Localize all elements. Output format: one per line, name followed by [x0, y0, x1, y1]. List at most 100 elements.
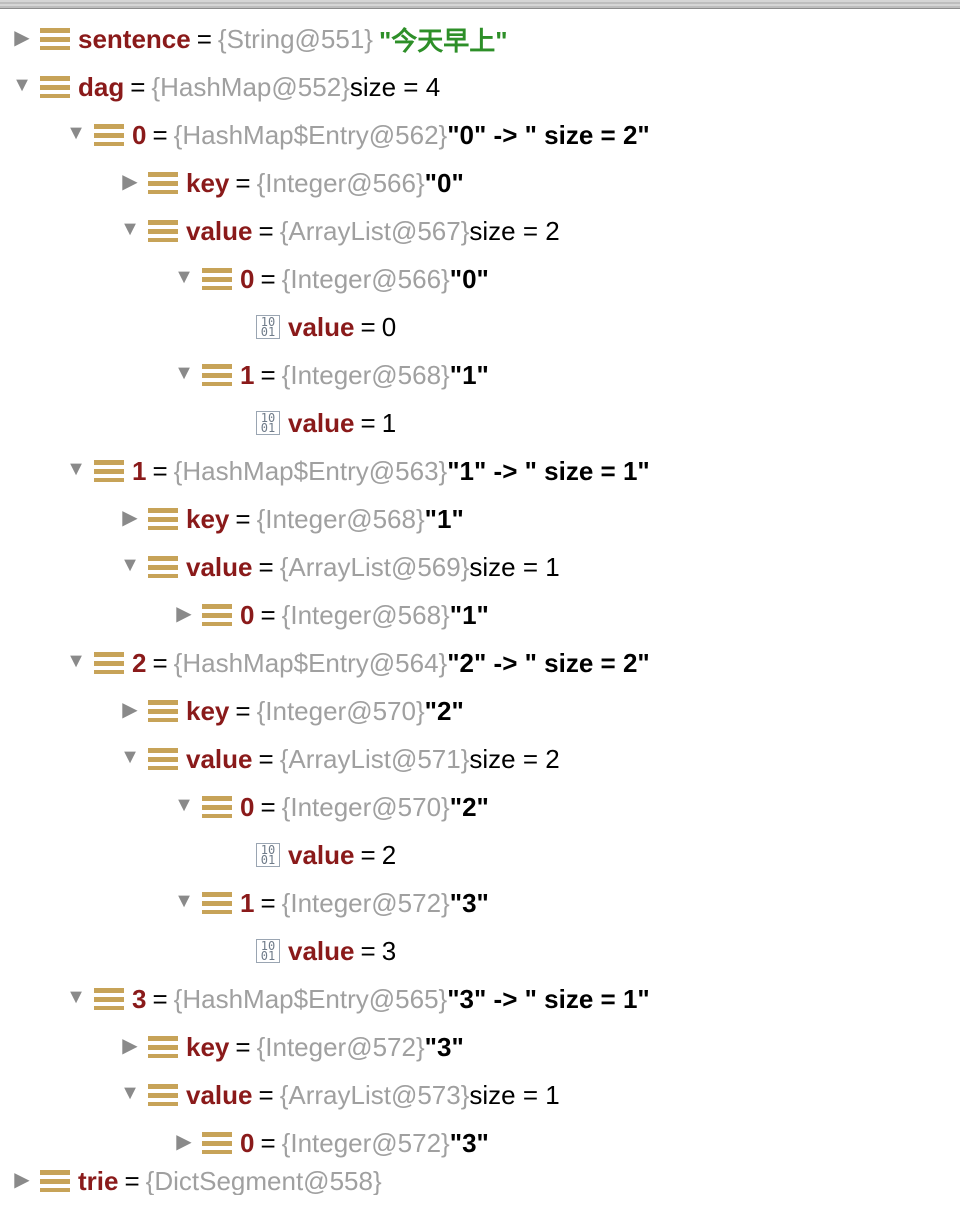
expand-arrow-icon[interactable] [64, 458, 88, 481]
node-type: {HashMap$Entry@563} [174, 456, 448, 487]
equals-sign: = [260, 360, 275, 391]
node-value: "3" [450, 1128, 489, 1159]
node-value: "3" -> " size = 1" [447, 984, 650, 1015]
node-value: "3" [425, 1032, 464, 1063]
tree-row[interactable]: 1 = {HashMap$Entry@563} "1" -> " size = … [0, 447, 960, 495]
equals-sign: = [130, 72, 145, 103]
expand-arrow-icon[interactable] [172, 266, 196, 289]
tree-row[interactable]: 0 = {Integer@568} "1" [0, 591, 960, 639]
tree-row[interactable]: value = 1 [0, 399, 960, 447]
expand-arrow-icon[interactable] [10, 25, 34, 50]
node-type: {ArrayList@567} [280, 216, 470, 247]
tree-row[interactable]: value = {ArrayList@567} size = 2 [0, 207, 960, 255]
node-value: 0 [382, 312, 396, 343]
equals-sign: = [152, 648, 167, 679]
node-value: size = 4 [350, 72, 440, 103]
node-value: "0" -> " size = 2" [447, 120, 650, 151]
expand-arrow-icon[interactable] [118, 697, 142, 722]
tree-row[interactable]: key = {Integer@570} "2" [0, 687, 960, 735]
expand-arrow-icon[interactable] [172, 1129, 196, 1154]
expand-arrow-icon[interactable] [172, 890, 196, 913]
node-index: 0 [240, 1128, 254, 1159]
node-type: {Integer@570} [257, 696, 425, 727]
tree-row[interactable]: 1 = {Integer@572} "3" [0, 879, 960, 927]
field-icon [40, 1170, 70, 1192]
expand-arrow-icon[interactable] [118, 554, 142, 577]
field-icon [148, 508, 178, 530]
node-value: "1" [450, 360, 489, 391]
tree-row[interactable]: value = {ArrayList@571} size = 2 [0, 735, 960, 783]
expand-arrow-icon[interactable] [118, 505, 142, 530]
node-type: {DictSegment@558} [146, 1167, 382, 1195]
expand-arrow-icon[interactable] [64, 650, 88, 673]
node-value: "1" [425, 504, 464, 535]
equals-sign: = [361, 936, 376, 967]
equals-sign: = [235, 696, 250, 727]
tree-row[interactable]: 2 = {HashMap$Entry@564} "2" -> " size = … [0, 639, 960, 687]
equals-sign: = [260, 1128, 275, 1159]
node-index: 1 [240, 360, 254, 391]
tree-row[interactable]: 0 = {HashMap$Entry@562} "0" -> " size = … [0, 111, 960, 159]
node-type: {ArrayList@569} [280, 552, 470, 583]
node-value: 1 [382, 408, 396, 439]
expand-arrow-icon[interactable] [118, 169, 142, 194]
tree-row[interactable]: sentence = {String@551} "今天早上" [0, 15, 960, 63]
field-icon [202, 364, 232, 386]
binary-value-icon [256, 843, 280, 867]
expand-arrow-icon[interactable] [118, 1082, 142, 1105]
field-icon [148, 700, 178, 722]
equals-sign: = [260, 888, 275, 919]
node-type: {Integer@566} [282, 264, 450, 295]
node-index: 1 [240, 888, 254, 919]
expand-arrow-icon[interactable] [118, 1033, 142, 1058]
tree-row[interactable]: value = {ArrayList@569} size = 1 [0, 543, 960, 591]
expand-arrow-icon[interactable] [10, 74, 34, 97]
expand-arrow-icon[interactable] [172, 601, 196, 626]
tree-row[interactable]: value = 3 [0, 927, 960, 975]
expand-arrow-icon[interactable] [64, 122, 88, 145]
node-value: "1" [450, 600, 489, 631]
equals-sign: = [259, 1080, 274, 1111]
node-type: {Integer@570} [282, 792, 450, 823]
tree-row[interactable]: key = {Integer@568} "1" [0, 495, 960, 543]
node-value: size = 2 [469, 744, 559, 775]
tree-row[interactable]: 0 = {Integer@572} "3" [0, 1119, 960, 1167]
tree-row[interactable]: dag = {HashMap@552} size = 4 [0, 63, 960, 111]
equals-sign: = [259, 552, 274, 583]
node-type: {HashMap@552} [151, 72, 349, 103]
node-index: 3 [132, 984, 146, 1015]
expand-arrow-icon[interactable] [118, 746, 142, 769]
tree-row[interactable]: 3 = {HashMap$Entry@565} "3" -> " size = … [0, 975, 960, 1023]
equals-sign: = [197, 24, 212, 55]
tree-row[interactable]: value = 2 [0, 831, 960, 879]
equals-sign: = [361, 408, 376, 439]
tree-row[interactable]: trie = {DictSegment@558} [0, 1167, 960, 1195]
field-icon [148, 748, 178, 770]
field-icon [40, 28, 70, 50]
tree-row[interactable]: value = 0 [0, 303, 960, 351]
tree-row[interactable]: 1 = {Integer@568} "1" [0, 351, 960, 399]
node-value: "0" [450, 264, 489, 295]
node-name: sentence [78, 24, 191, 55]
window-top-bar [0, 0, 960, 9]
expand-arrow-icon[interactable] [118, 218, 142, 241]
binary-value-icon [256, 939, 280, 963]
field-icon [94, 124, 124, 146]
expand-arrow-icon[interactable] [10, 1167, 34, 1192]
tree-row[interactable]: key = {Integer@572} "3" [0, 1023, 960, 1071]
node-name: dag [78, 72, 124, 103]
tree-row[interactable]: 0 = {Integer@566} "0" [0, 255, 960, 303]
equals-sign: = [260, 600, 275, 631]
expand-arrow-icon[interactable] [172, 794, 196, 817]
node-type: {Integer@572} [282, 888, 450, 919]
expand-arrow-icon[interactable] [64, 986, 88, 1009]
expand-arrow-icon[interactable] [172, 362, 196, 385]
field-icon [94, 988, 124, 1010]
tree-row[interactable]: 0 = {Integer@570} "2" [0, 783, 960, 831]
tree-row[interactable]: value = {ArrayList@573} size = 1 [0, 1071, 960, 1119]
tree-row[interactable]: key = {Integer@566} "0" [0, 159, 960, 207]
equals-sign: = [260, 792, 275, 823]
node-type: {Integer@566} [257, 168, 425, 199]
field-icon [202, 892, 232, 914]
node-string-value: "今天早上" [379, 21, 508, 58]
